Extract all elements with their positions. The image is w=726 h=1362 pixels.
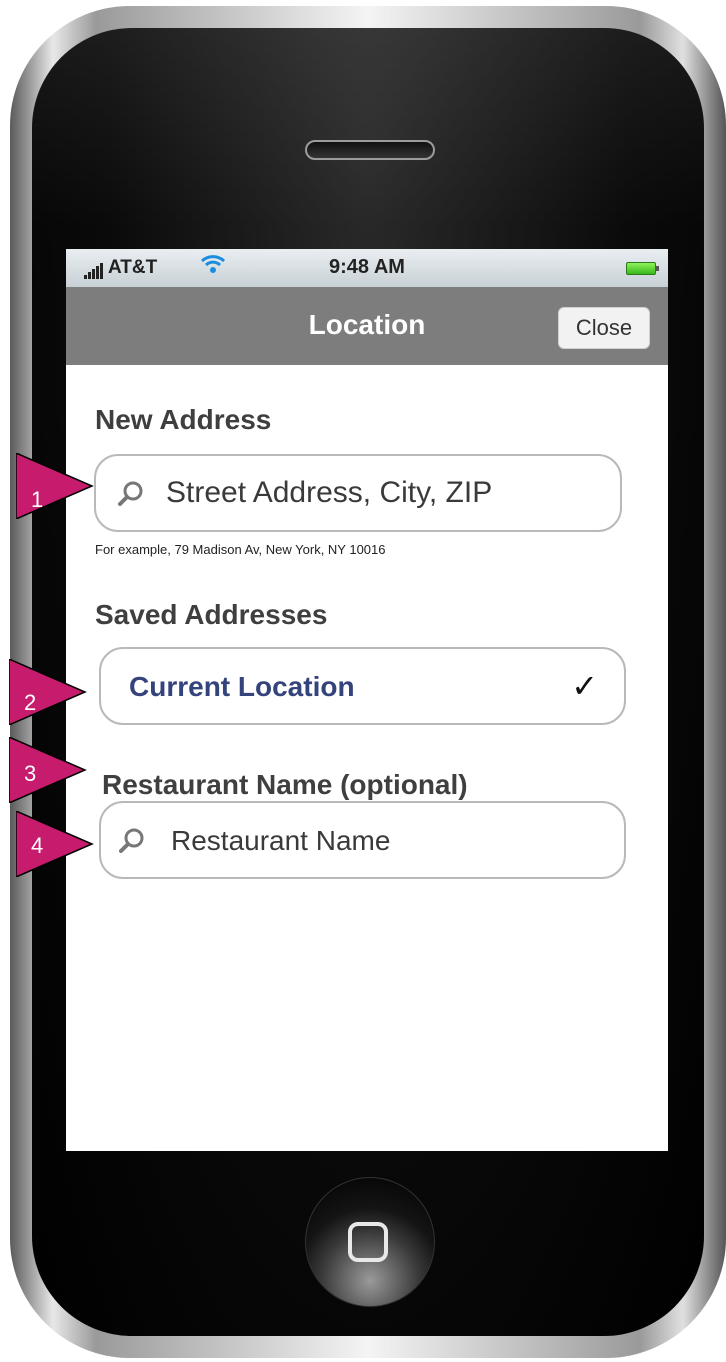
checkmark-icon: ✓ <box>571 668 598 704</box>
home-button[interactable] <box>305 1177 435 1307</box>
current-location-label: Current Location <box>129 671 355 702</box>
new-address-heading: New Address <box>95 404 272 435</box>
callout-4: 4 <box>15 809 96 879</box>
search-icon <box>118 481 143 506</box>
saved-addresses-heading: Saved Addresses <box>95 599 328 630</box>
current-location-item[interactable]: Current Location ✓ <box>99 647 626 725</box>
battery-icon <box>626 262 659 275</box>
nav-bar: Location Close <box>66 287 668 365</box>
callout-number: 2 <box>24 690 37 715</box>
screen: AT&T 9:48 AM Location Close New Address … <box>66 249 668 1151</box>
search-icon <box>119 828 144 853</box>
restaurant-placeholder: Restaurant Name <box>171 825 391 856</box>
earpiece-speaker <box>305 140 435 160</box>
address-placeholder: Street Address, City, ZIP <box>166 476 493 509</box>
callout-number: 1 <box>31 487 44 512</box>
restaurant-search-input[interactable]: Restaurant Name <box>99 801 626 879</box>
status-bar: AT&T 9:48 AM <box>66 249 668 288</box>
close-button[interactable]: Close <box>558 307 650 349</box>
callout-2: 2 <box>8 657 89 727</box>
callout-1: 1 <box>15 451 96 521</box>
address-search-input[interactable]: Street Address, City, ZIP <box>94 454 622 532</box>
callout-number: 3 <box>24 761 37 786</box>
callout-3: 3 <box>8 735 89 805</box>
restaurant-heading: Restaurant Name (optional) <box>102 769 468 800</box>
status-time: 9:48 AM <box>329 256 405 278</box>
callout-number: 4 <box>31 833 44 858</box>
address-hint: For example, 79 Madison Av, New York, NY… <box>95 542 386 557</box>
home-icon <box>348 1222 388 1262</box>
